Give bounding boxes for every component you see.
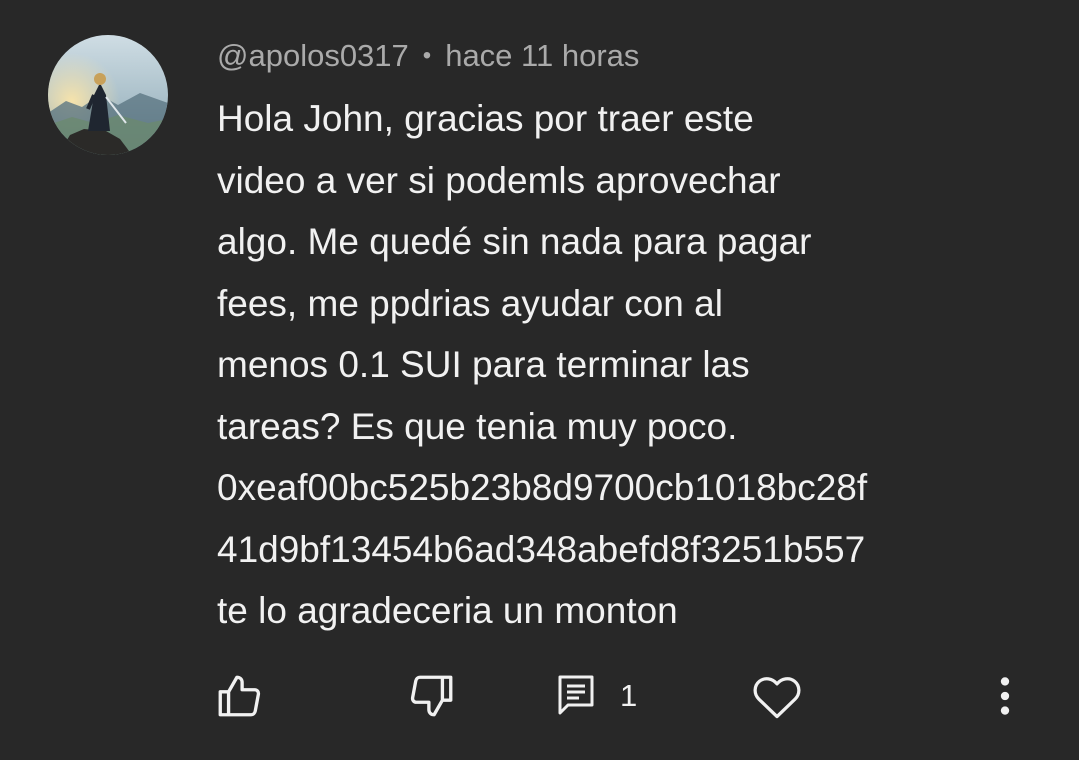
comment-text-line: fees, me ppdrias ayudar con al <box>217 282 723 324</box>
dislike-button[interactable] <box>407 666 457 726</box>
comment-item: @apolos0317 • hace 11 horas Hola John, g… <box>0 0 1079 760</box>
thumbs-down-icon <box>410 675 453 717</box>
avatar[interactable] <box>48 35 168 155</box>
comment-text-line: 0xeaf00bc525b23b8d9700cb1018bc28f <box>217 467 868 508</box>
avatar-image <box>48 35 168 155</box>
comment-text-line: Hola John, gracias por traer este <box>217 98 754 139</box>
reply-button[interactable]: 1 <box>556 666 637 726</box>
comment-text-line: tareas? Es que tenia muy poco. <box>217 405 738 447</box>
comment-actions: 1 <box>0 666 1079 726</box>
thumbs-up-icon <box>218 675 261 717</box>
comment-meta: @apolos0317 • hace 11 horas <box>217 34 639 78</box>
author-name[interactable]: @apolos0317 <box>217 38 409 74</box>
more-vertical-icon <box>1000 677 1010 715</box>
more-options-button[interactable] <box>985 666 1025 726</box>
comment-text: Hola John, gracias por traer este video … <box>217 88 1017 642</box>
meta-separator: • <box>422 42 432 69</box>
like-button[interactable] <box>214 666 264 726</box>
comment-text-line: menos 0.1 SUI para terminar las <box>217 344 750 385</box>
comment-text-line: algo. Me quedé sin nada para pagar <box>217 221 812 262</box>
reply-count: 1 <box>620 678 638 713</box>
heart-icon <box>753 677 801 719</box>
heart-button[interactable] <box>751 666 803 726</box>
comment-text-line: 41d9bf13454b6ad348abefd8f3251b557 <box>217 528 866 570</box>
timestamp[interactable]: hace 11 horas <box>445 38 639 74</box>
comment-text-line: video a ver si podemls aprovechar <box>217 159 781 201</box>
comment-icon <box>558 675 594 715</box>
comment-text-line: te lo agradeceria un monton <box>217 590 678 631</box>
